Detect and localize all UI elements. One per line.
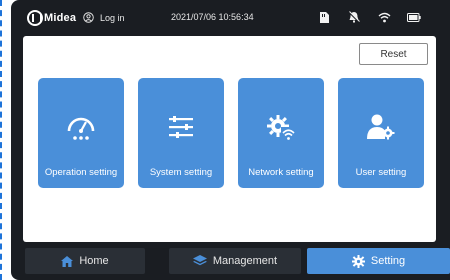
brand-logo: Midea (27, 10, 76, 26)
tile-operation-setting[interactable]: Operation setting (38, 78, 124, 188)
battery-icon (399, 12, 429, 22)
user-gear-icon (338, 110, 424, 144)
tile-label: User setting (355, 167, 407, 178)
bottom-nav: Home Management Setting (11, 248, 450, 274)
device-screen: Midea Log in 2021/07/06 10:56:34 Reset O… (11, 0, 450, 280)
user-circle-icon (83, 12, 94, 23)
nav-setting[interactable]: Setting (307, 248, 450, 274)
gear-wifi-icon (238, 110, 324, 144)
nav-label: Management (212, 255, 278, 267)
wifi-icon (369, 12, 399, 23)
sliders-icon (138, 110, 224, 144)
reset-button[interactable]: Reset (359, 43, 428, 65)
settings-panel: Reset Operation setting System setting N… (23, 36, 436, 242)
tile-label: Network setting (248, 167, 314, 178)
tile-system-setting[interactable]: System setting (138, 78, 224, 188)
login-label: Log in (100, 12, 125, 23)
layers-icon (192, 255, 207, 267)
nav-label: Home (79, 255, 109, 267)
status-icons (309, 11, 429, 23)
home-icon (61, 255, 74, 267)
gauge-icon (38, 110, 124, 144)
nav-home[interactable]: Home (25, 248, 145, 274)
midea-logo-icon (27, 10, 43, 26)
sd-card-icon (309, 11, 339, 23)
tile-network-setting[interactable]: Network setting (238, 78, 324, 188)
brand-name: Midea (44, 12, 77, 24)
alarm-muted-icon (339, 11, 369, 23)
tile-user-setting[interactable]: User setting (338, 78, 424, 188)
nav-label: Setting (370, 255, 406, 267)
status-bar: Midea Log in 2021/07/06 10:56:34 (11, 0, 450, 36)
date-time: 2021/07/06 10:56:34 (171, 12, 254, 22)
gear-icon (351, 254, 365, 268)
tile-label: System setting (149, 167, 213, 178)
nav-management[interactable]: Management (169, 248, 301, 274)
login-link[interactable]: Log in (83, 12, 125, 23)
left-edge-marker (0, 0, 10, 280)
tile-label: Operation setting (44, 167, 118, 178)
